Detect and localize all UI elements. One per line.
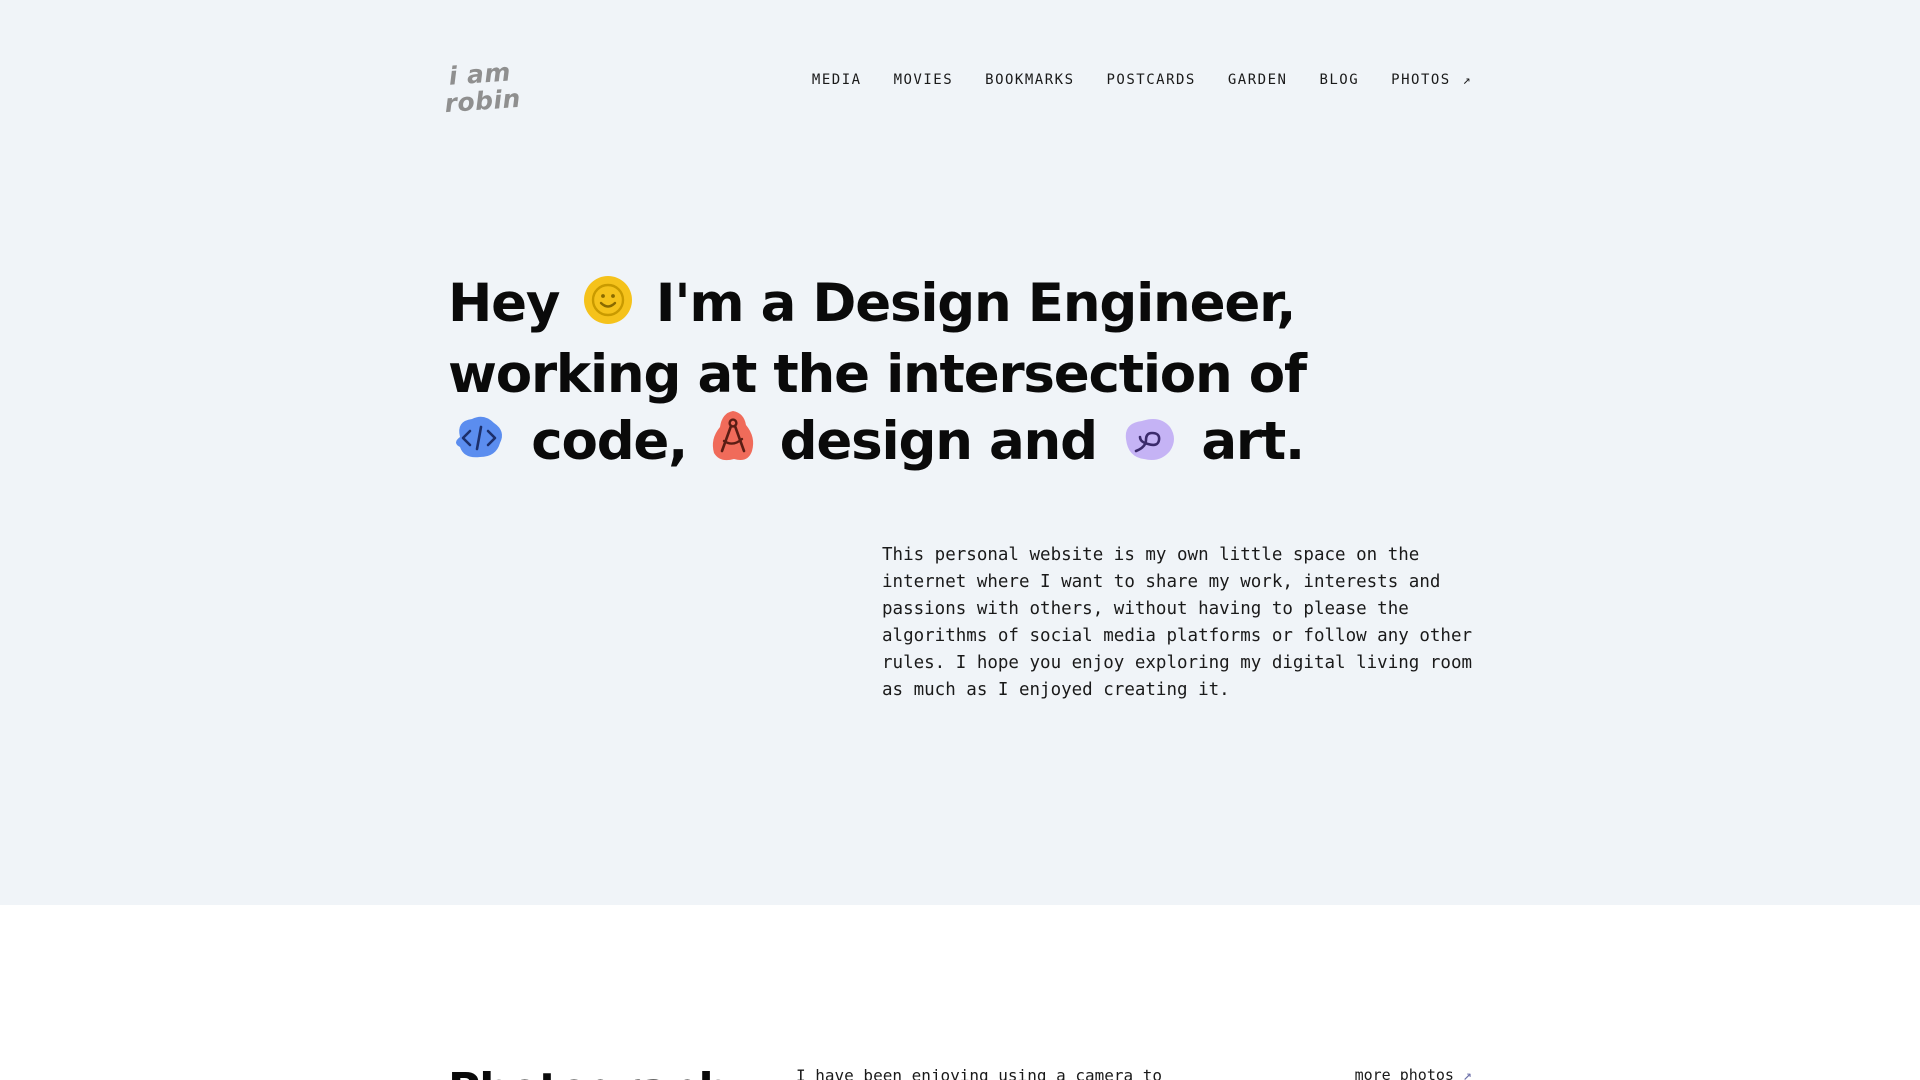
squiggle-icon	[1120, 412, 1178, 479]
nav-item-bookmarks[interactable]: BOOKMARKS	[985, 72, 1074, 88]
nav-item-media[interactable]: MEDIA	[812, 72, 862, 88]
headline-art: art.	[1201, 411, 1305, 472]
more-photos-label: more photos	[1354, 1066, 1454, 1080]
headline-code: code,	[531, 411, 688, 472]
main-nav: MEDIA MOVIES BOOKMARKS POSTCARDS GARDEN …	[812, 72, 1472, 88]
intro-paragraph: This personal website is my own little s…	[882, 545, 1473, 700]
code-icon	[450, 411, 508, 479]
nav-item-blog[interactable]: BLOG	[1319, 72, 1359, 88]
external-arrow-icon: ↗	[1462, 1066, 1472, 1080]
smiley-icon	[583, 274, 633, 341]
headline-line-2: working at the intersection of	[448, 344, 1307, 405]
compass-icon	[710, 409, 756, 479]
headline-role: I'm a Design Engineer,	[655, 273, 1297, 334]
headline-line-3: code, design and art.	[448, 408, 1348, 479]
nav-item-photos-label: PHOTOS	[1391, 72, 1451, 88]
nav-item-photos[interactable]: PHOTOS ↗	[1391, 72, 1472, 88]
headline-design: design and	[779, 411, 1098, 472]
site-logo[interactable]: i am robin	[442, 57, 536, 129]
nav-item-postcards[interactable]: POSTCARDS	[1107, 72, 1196, 88]
photography-section-text: I have been enjoying using a camera to	[796, 1066, 1163, 1080]
nav-item-garden[interactable]: GARDEN	[1228, 72, 1288, 88]
photography-section-title: Photography	[448, 1064, 757, 1080]
headline-hey: Hey	[448, 273, 560, 334]
external-arrow-icon: ↗	[1462, 73, 1472, 88]
nav-item-movies[interactable]: MOVIES	[894, 72, 954, 88]
headline-line-1: Hey I'm a Design Engineer,	[448, 270, 1348, 341]
logo-line-2: robin	[443, 83, 522, 119]
hero-headline: Hey I'm a Design Engineer, working at th…	[448, 270, 1348, 479]
more-photos-link[interactable]: more photos ↗	[1355, 1066, 1472, 1080]
